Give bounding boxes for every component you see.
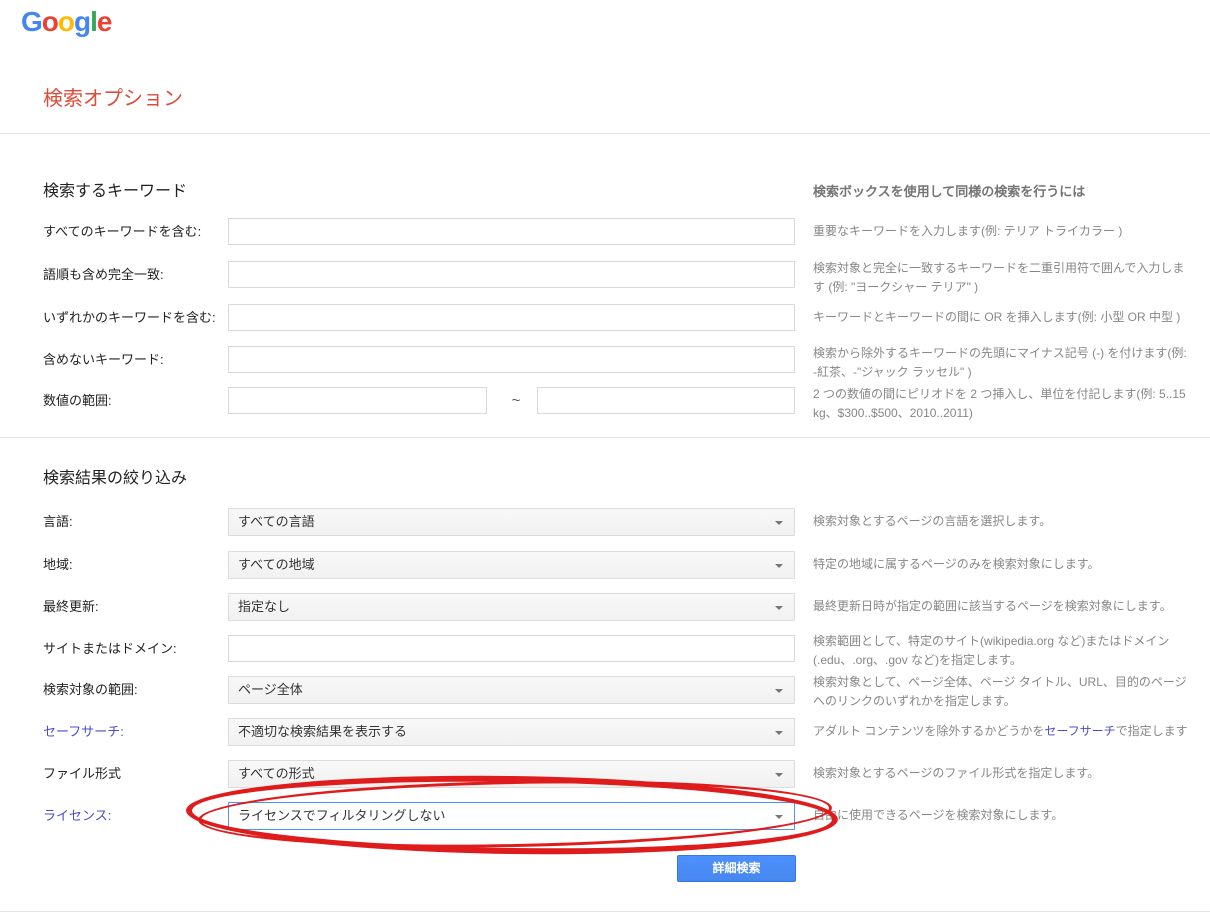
chevron-down-icon — [775, 521, 783, 525]
help-number-range: 2 つの数値の間にピリオドを 2 つ挿入し、単位を付記します(例: 5..15 … — [813, 385, 1191, 423]
label-all-keywords: すべてのキーワードを含む: — [43, 218, 201, 245]
dropdown-license[interactable]: ライセンスでフィルタリングしない — [228, 802, 795, 830]
range-tilde: ~ — [495, 387, 537, 414]
dropdown-terms-appearing[interactable]: ページ全体 — [228, 676, 795, 704]
label-safesearch-link[interactable]: セーフサーチ: — [43, 718, 124, 745]
label-exact-phrase: 語順も含め完全一致: — [43, 261, 164, 288]
advanced-search-button[interactable]: 詳細検索 — [677, 855, 796, 882]
help-file-type: 検索対象とするページのファイル形式を指定します。 — [813, 764, 1191, 783]
google-logo[interactable]: Google — [21, 6, 111, 38]
help-safesearch-suffix: で指定します — [1116, 724, 1188, 738]
chevron-down-icon — [775, 731, 783, 735]
label-last-update: 最終更新: — [43, 593, 99, 620]
chevron-down-icon — [775, 564, 783, 568]
narrow-section-title: 検索結果の絞り込み — [43, 464, 187, 488]
dropdown-safesearch[interactable]: 不適切な検索結果を表示する — [228, 718, 795, 746]
divider — [0, 133, 1210, 134]
input-any-keywords[interactable] — [228, 304, 795, 331]
input-number-range-from[interactable] — [228, 387, 487, 414]
divider — [0, 437, 1210, 438]
help-all-keywords: 重要なキーワードを入力します(例: テリア トライカラー ) — [813, 222, 1191, 241]
dropdown-license-value: ライセンスでフィルタリングしない — [238, 808, 445, 823]
logo-letter: G — [21, 6, 42, 37]
label-any-keywords: いずれかのキーワードを含む: — [43, 304, 216, 331]
dropdown-safesearch-value: 不適切な検索結果を表示する — [238, 724, 407, 739]
help-last-update: 最終更新日時が指定の範囲に該当するページを検索対象にします。 — [813, 597, 1191, 616]
logo-letter: e — [97, 6, 112, 37]
dropdown-file-type-value: すべての形式 — [238, 766, 315, 781]
label-language: 言語: — [43, 508, 73, 535]
input-number-range-to[interactable] — [537, 387, 795, 414]
input-exact-phrase[interactable] — [228, 261, 795, 288]
chevron-down-icon — [775, 689, 783, 693]
keywords-section-title: 検索するキーワード — [43, 177, 187, 201]
chevron-down-icon — [775, 815, 783, 819]
help-safesearch-prefix: アダルト コンテンツを除外するかどうかを — [813, 724, 1044, 738]
logo-letter: l — [90, 6, 97, 37]
label-license-link[interactable]: ライセンス: — [43, 802, 111, 829]
help-exact-phrase: 検索対象と完全に一致するキーワードを二重引用符で囲んで入力します (例: "ヨー… — [813, 259, 1191, 297]
page-title: 検索オプション — [43, 82, 183, 111]
input-none-keywords[interactable] — [228, 346, 795, 373]
label-site-domain: サイトまたはドメイン: — [43, 635, 177, 662]
help-site-domain: 検索範囲として、特定のサイト(wikipedia.org など)またはドメイン(… — [813, 632, 1191, 670]
help-none-keywords: 検索から除外するキーワードの先頭にマイナス記号 (-) を付けます(例: -紅茶… — [813, 344, 1191, 382]
chevron-down-icon — [775, 606, 783, 610]
safesearch-help-link[interactable]: セーフサーチ — [1044, 724, 1115, 738]
label-number-range: 数値の範囲: — [43, 387, 112, 414]
dropdown-file-type[interactable]: すべての形式 — [228, 760, 795, 788]
label-terms-appearing: 検索対象の範囲: — [43, 676, 138, 703]
dropdown-last-update[interactable]: 指定なし — [228, 593, 795, 621]
advanced-search-page: { "page": { "title": "検索オプション" }, "logo"… — [0, 0, 1210, 915]
input-all-keywords[interactable] — [228, 218, 795, 245]
help-column-header: 検索ボックスを使用して同様の検索を行うには — [813, 181, 1193, 200]
label-none-keywords: 含めないキーワード: — [43, 346, 164, 373]
help-terms-appearing: 検索対象として、ページ全体、ページ タイトル、URL、目的のページへのリンクのい… — [813, 673, 1191, 711]
help-license: 自由に使用できるページを検索対象にします。 — [813, 806, 1191, 825]
dropdown-language[interactable]: すべての言語 — [228, 508, 795, 536]
help-any-keywords: キーワードとキーワードの間に OR を挿入します(例: 小型 OR 中型 ) — [813, 308, 1191, 327]
help-region: 特定の地域に属するページのみを検索対象にします。 — [813, 555, 1191, 574]
dropdown-region[interactable]: すべての地域 — [228, 551, 795, 579]
label-file-type: ファイル形式 — [43, 760, 121, 787]
chevron-down-icon — [775, 773, 783, 777]
logo-letter: o — [58, 6, 74, 37]
help-safesearch: アダルト コンテンツを除外するかどうかをセーフサーチで指定します — [813, 722, 1191, 741]
input-site-domain[interactable] — [228, 635, 795, 662]
dropdown-terms-appearing-value: ページ全体 — [238, 682, 303, 697]
label-region: 地域: — [43, 551, 73, 578]
help-language: 検索対象とするページの言語を選択します。 — [813, 512, 1191, 531]
logo-letter: o — [42, 6, 58, 37]
dropdown-region-value: すべての地域 — [238, 557, 315, 572]
dropdown-language-value: すべての言語 — [238, 514, 315, 529]
dropdown-last-update-value: 指定なし — [238, 599, 290, 614]
divider — [0, 911, 1210, 912]
logo-letter: g — [74, 6, 90, 37]
